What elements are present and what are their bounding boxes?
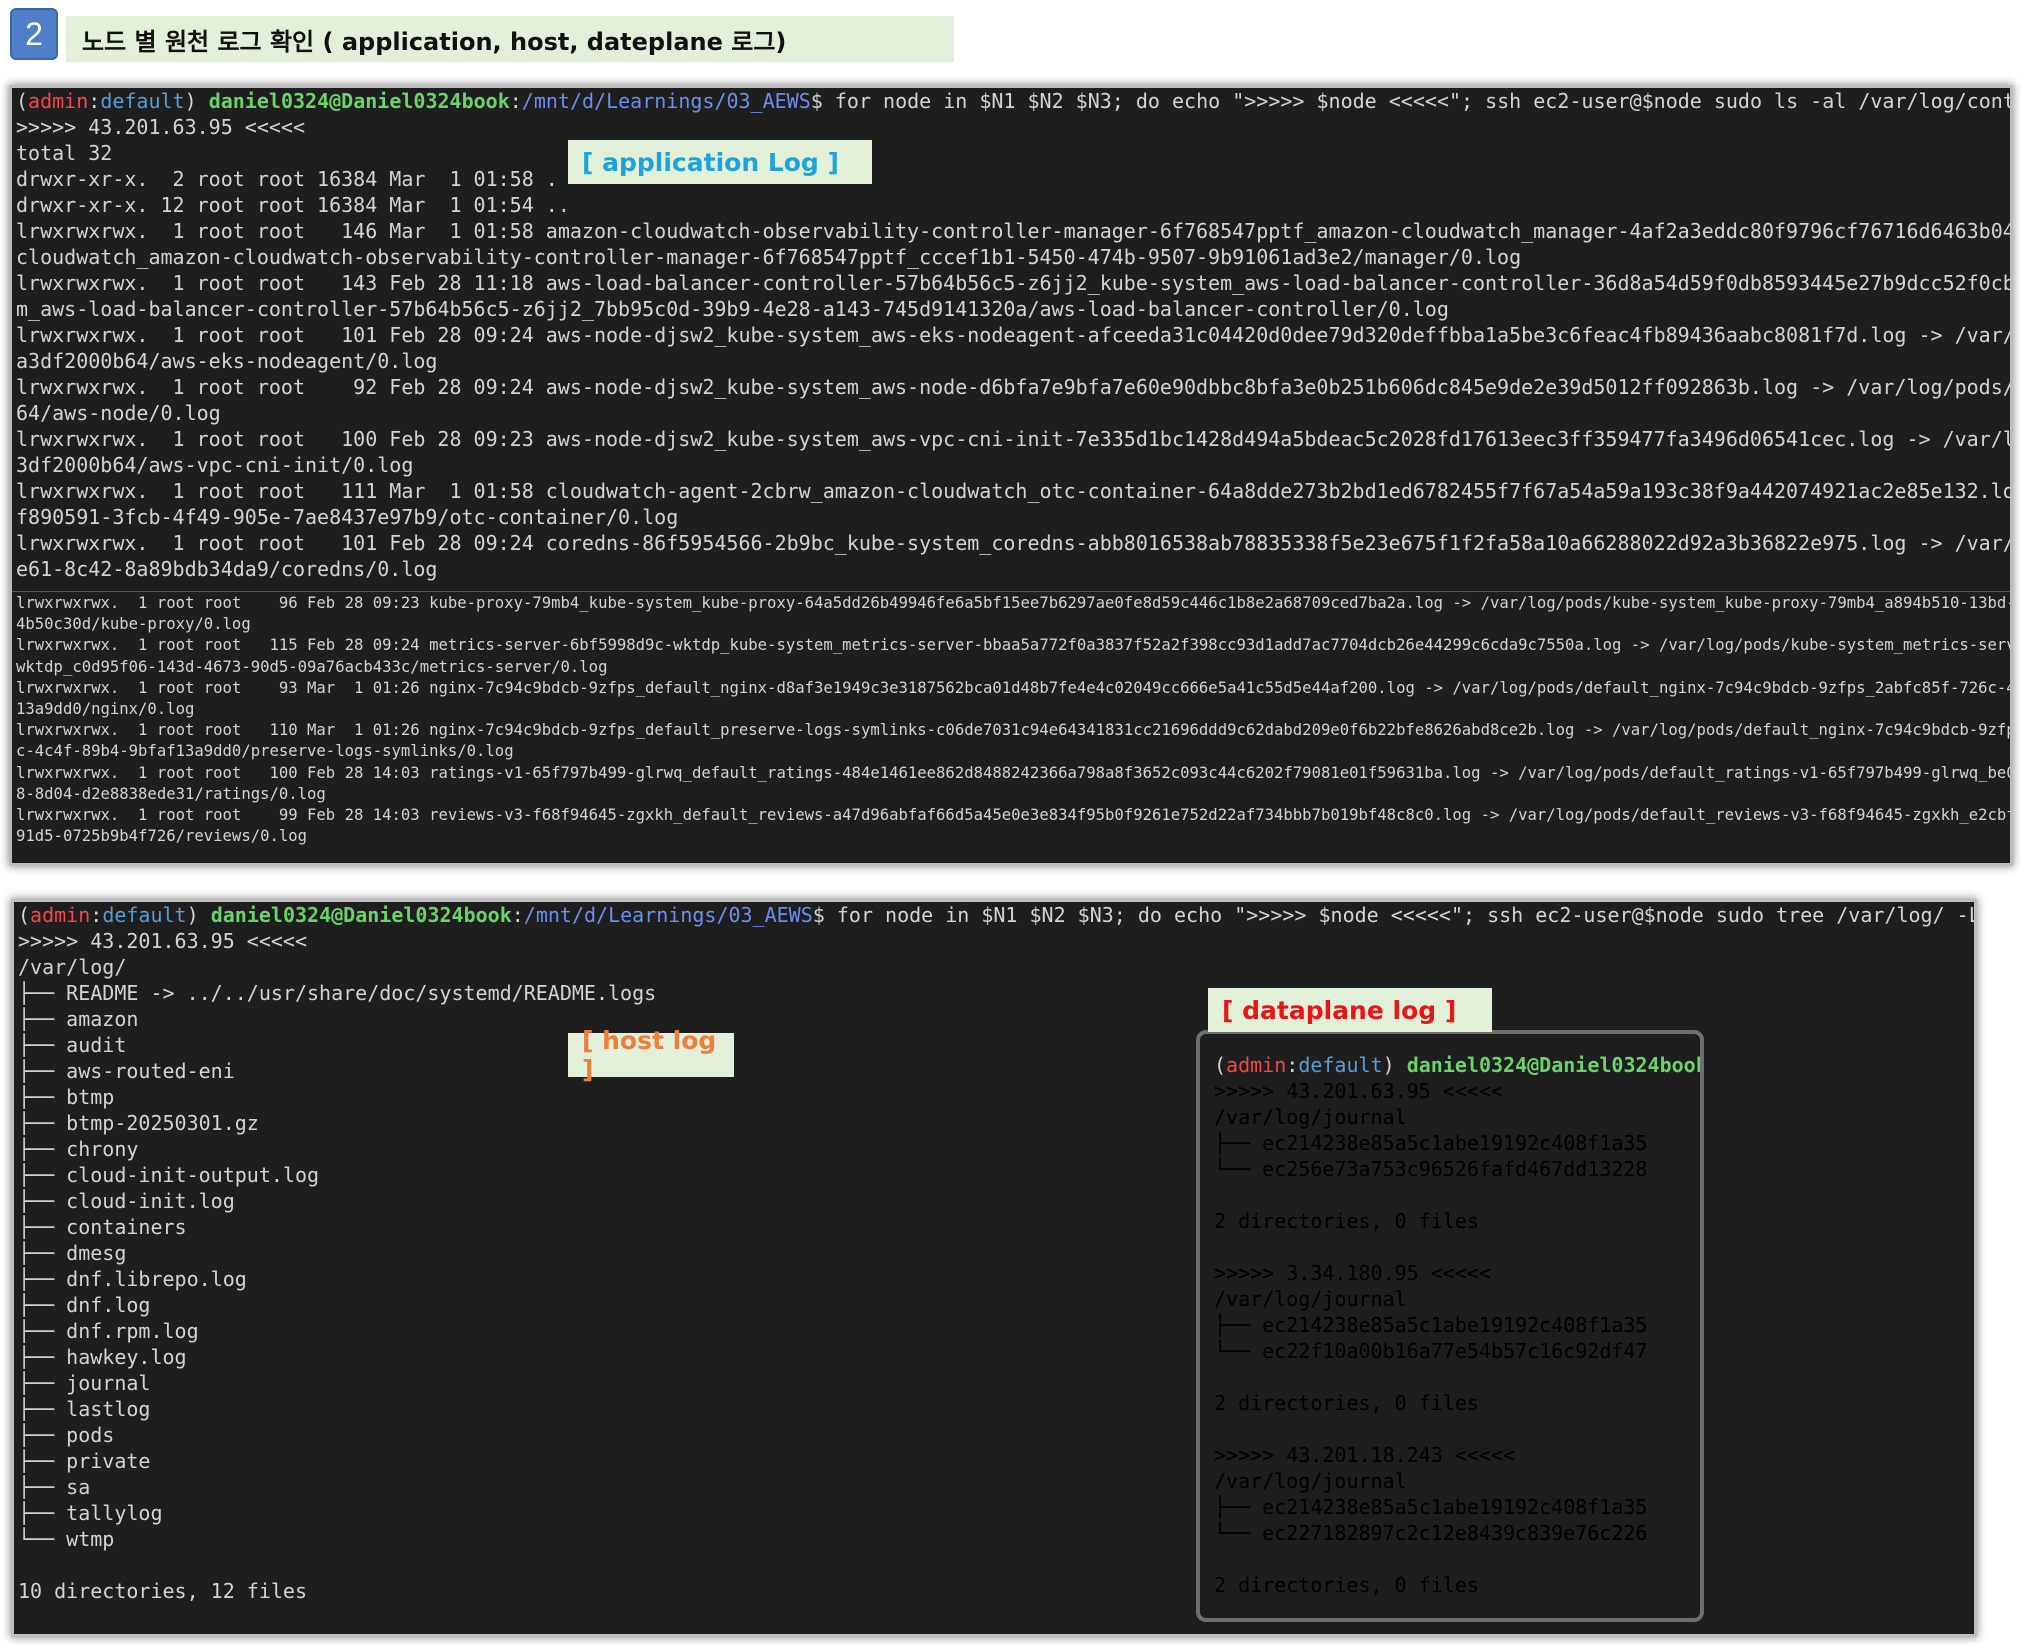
terminal-output-line: 4b50c30d/kube-proxy/0.log <box>16 615 251 634</box>
terminal-output-line: /var/log/journal <box>1214 1287 1407 1311</box>
terminal-output-line: lrwxrwxrwx. 1 root root 110 Mar 1 01:26 … <box>16 721 2010 740</box>
terminal-application-logs[interactable]: (admin:default) daniel0324@Daniel0324boo… <box>12 88 2010 863</box>
terminal-output-line: ├── ec214238e85a5c1abe19192c408f1a35 <box>1214 1131 1648 1155</box>
terminal-output-line: /var/log/journal <box>1214 1105 1407 1129</box>
terminal-output-line: 64/aws-node/0.log <box>16 401 221 425</box>
terminal-output-line: lrwxrwxrwx. 1 root root 146 Mar 1 01:58 … <box>16 219 2010 243</box>
prompt-userhost: daniel0324@Daniel0324book <box>1406 1053 1700 1077</box>
terminal-output-line: total 32 <box>16 141 113 165</box>
terminal-output-line: lrwxrwxrwx. 1 root root 96 Feb 28 09:23 … <box>16 594 2010 612</box>
terminal-output-line: └── ec227182897c2c12e8439c839e76c226 <box>1214 1521 1648 1545</box>
terminal-output-line: >>>>> 43.201.63.95 <<<<< <box>16 115 305 139</box>
terminal-output-line: 3df2000b64/aws-vpc-cni-init/0.log <box>16 453 414 477</box>
prompt-paren: ( <box>18 903 31 927</box>
terminal-output-line: cloudwatch_amazon-cloudwatch-observabili… <box>16 245 1522 269</box>
prompt-paren: ( <box>1214 1053 1227 1077</box>
terminal-output-line: lrwxrwxrwx. 1 root root 101 Feb 28 09:24… <box>16 531 2010 555</box>
terminal-output-line: e61-8c42-8a89bdb34da9/coredns/0.log <box>16 557 438 581</box>
prompt-paren: ) <box>186 903 211 927</box>
terminal-output-line: 13a9dd0/nginx/0.log <box>16 699 195 718</box>
terminal-output-line: └── ec22f10a00b16a77e54b57c16c92df47 <box>1214 1339 1648 1363</box>
prompt-admin: admin <box>30 903 91 927</box>
terminal-prompt-line: (admin:default) daniel0324@Daniel0324boo… <box>1200 1052 1700 1078</box>
prompt-colon: : <box>1286 1053 1299 1077</box>
terminal-output-line: /var/log/ <box>18 955 127 979</box>
terminal-dataplane-logs[interactable]: (admin:default) daniel0324@Daniel0324boo… <box>1196 1030 1704 1622</box>
prompt-cwd: /mnt/d/Learnings/03_AEWS <box>521 89 811 113</box>
terminal-output-line: lrwxrwxrwx. 1 root root 100 Feb 28 09:23… <box>16 427 2010 451</box>
terminal-output-line: a3df2000b64/aws-eks-nodeagent/0.log <box>16 349 438 373</box>
terminal-prompt-line: (admin:default) daniel0324@Daniel0324boo… <box>12 88 2010 114</box>
prompt-userhost: daniel0324@Daniel0324book <box>208 89 510 113</box>
terminal-output-line: ├── README -> ../../usr/share/doc/system… <box>18 981 657 1005</box>
prompt-colon: : <box>88 89 101 113</box>
terminal-output-line: >>>>> 3.34.180.95 <<<<< <box>1214 1261 1491 1285</box>
section-title: 노드 별 원천 로그 확인 ( application, host, datep… <box>66 16 954 62</box>
prompt-separator: : <box>509 89 522 113</box>
terminal-output-line: lrwxrwxrwx. 1 root root 115 Feb 28 09:24… <box>16 636 2010 655</box>
terminal-output-line: drwxr-xr-x. 2 root root 16384 Mar 1 01:5… <box>16 167 558 191</box>
terminal-output: >>>>> 43.201.63.95 <<<<< total 32 drwxr-xr… <box>12 114 2010 582</box>
terminal-output-line: lrwxrwxrwx. 1 root root 99 Feb 28 14:03 … <box>16 805 2010 824</box>
terminal-output: >>>>> 43.201.63.95 <<<<</var/log/journal… <box>1200 1078 1700 1598</box>
terminal-output-line: lrwxrwxrwx. 1 root root 143 Feb 28 11:18… <box>16 271 2010 295</box>
prompt-colon: : <box>90 903 103 927</box>
terminal-prompt-line: (admin:default) daniel0324@Daniel0324boo… <box>14 902 1974 928</box>
prompt-separator: : <box>511 903 524 927</box>
terminal-output-line: /var/log/journal <box>1214 1469 1407 1493</box>
prompt-context: default <box>100 89 185 113</box>
terminal-output-line: c-4c4f-89b4-9bfaf13a9dd0/preserve-logs-s… <box>16 742 514 761</box>
terminal-output-continued: lrwxrwxrwx. 1 root root 96 Feb 28 09:23 … <box>12 593 2010 847</box>
terminal-output-line: 2 directories, 0 files <box>1214 1391 1479 1415</box>
terminal-output-line: m_aws-load-balancer-controller-57b64b56c… <box>16 297 1449 321</box>
terminal-output-line: 8-8d04-d2e8838ede31/ratings/0.log <box>16 784 326 803</box>
terminal-output-line: 2 directories, 0 files <box>1214 1209 1479 1233</box>
prompt-dollar: $ <box>812 903 837 927</box>
application-log-label: [ application Log ] <box>568 140 872 184</box>
host-log-label: [ host log ] <box>568 1026 734 1084</box>
terminal-output-line: >>>>> 43.201.63.95 <<<<< <box>1214 1079 1503 1103</box>
terminal-output-line: lrwxrwxrwx. 1 root root 100 Feb 28 14:03… <box>16 763 2010 782</box>
terminal-output-line: 91d5-0725b9b4f726/reviews/0.log <box>16 827 308 846</box>
prompt-admin: admin <box>1226 1053 1287 1077</box>
prompt-context: default <box>102 903 187 927</box>
prompt-userhost: daniel0324@Daniel0324book <box>210 903 512 927</box>
prompt-paren: ) <box>1382 1053 1407 1077</box>
terminal-output-line: >>>>> 43.201.63.95 <<<<< <box>18 929 307 953</box>
prompt-paren: ( <box>16 89 29 113</box>
prompt-dollar: $ <box>810 89 835 113</box>
terminal-output-line: lrwxrwxrwx. 1 root root 101 Feb 28 09:24… <box>16 323 2010 347</box>
terminal-output-line: lrwxrwxrwx. 1 root root 92 Feb 28 09:24 … <box>16 375 2010 399</box>
terminal-output-line: >>>>> 43.201.18.243 <<<<< <box>1214 1443 1516 1467</box>
terminal-output-line: └── ec256e73a753c96526fafd467dd13228 <box>1214 1157 1648 1181</box>
terminal-output-line: wktdp_c0d95f06-143d-4673-90d5-09a76acb43… <box>16 657 608 676</box>
prompt-cwd: /mnt/d/Learnings/03_AEWS <box>523 903 813 927</box>
terminal-output-line: 2 directories, 0 files <box>1214 1573 1479 1597</box>
screenshot-divider <box>12 591 2010 592</box>
terminal-output-line: ├── amazon <box>18 1007 139 1031</box>
dataplane-log-label: [ dataplane log ] <box>1208 988 1492 1032</box>
terminal-output-line: lrwxrwxrwx. 1 root root 93 Mar 1 01:26 n… <box>16 678 2010 697</box>
terminal-output-line: drwxr-xr-x. 12 root root 16384 Mar 1 01:… <box>16 193 570 217</box>
terminal-command: for node in $N1 $N2 $N3; do echo ">>>>> … <box>834 89 2010 113</box>
terminal-output-line: ├── ec214238e85a5c1abe19192c408f1a35 <box>1214 1495 1648 1519</box>
terminal-command: for node in $N1 $N2 $N3; do echo ">>>>> … <box>836 903 1974 927</box>
terminal-output-line: lrwxrwxrwx. 1 root root 111 Mar 1 01:58 … <box>16 479 2010 503</box>
step-number-badge: 2 <box>10 8 58 60</box>
prompt-admin: admin <box>28 89 89 113</box>
prompt-context: default <box>1298 1053 1383 1077</box>
terminal-output-line: ├── ec214238e85a5c1abe19192c408f1a35 <box>1214 1313 1648 1337</box>
terminal-output-line: f890591-3fcb-4f49-905e-7ae8437e97b9/otc-… <box>16 505 679 529</box>
section-title-text: 노드 별 원천 로그 확인 ( application, host, datep… <box>82 27 787 56</box>
prompt-paren: ) <box>184 89 209 113</box>
